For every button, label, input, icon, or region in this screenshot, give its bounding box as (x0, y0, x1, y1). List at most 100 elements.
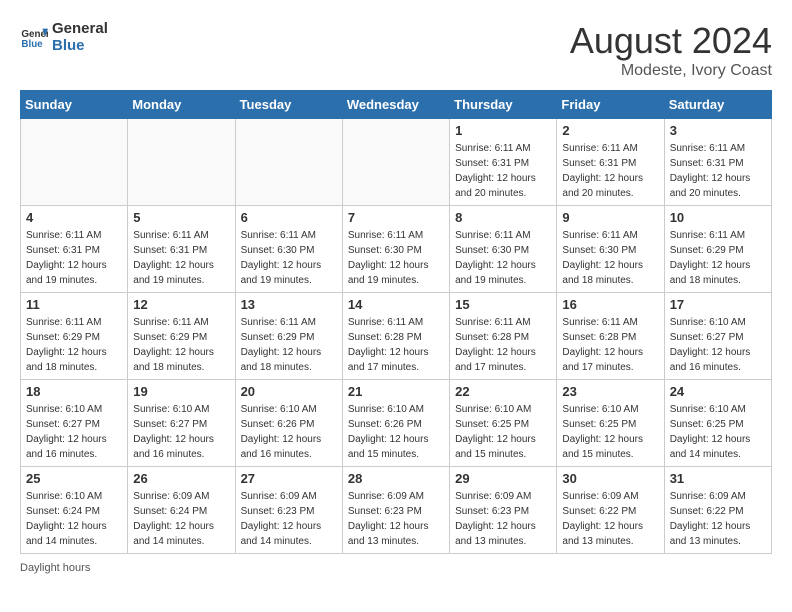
day-info: Sunrise: 6:11 AM Sunset: 6:29 PM Dayligh… (26, 315, 122, 375)
day-number: 31 (670, 471, 766, 486)
month-year: August 2024 (570, 20, 772, 62)
day-number: 29 (455, 471, 551, 486)
day-info: Sunrise: 6:11 AM Sunset: 6:29 PM Dayligh… (241, 315, 337, 375)
calendar-cell: 5Sunrise: 6:11 AM Sunset: 6:31 PM Daylig… (128, 206, 235, 293)
calendar-cell: 4Sunrise: 6:11 AM Sunset: 6:31 PM Daylig… (21, 206, 128, 293)
calendar-cell: 14 Sunrise: 6:11 AM Sunset: 6:28 PM Dayli… (342, 293, 449, 380)
day-info: Sunrise: 6:09 AM Sunset: 6:24 PM Dayligh… (133, 489, 229, 549)
day-number: 24 (670, 384, 766, 399)
calendar-cell: 15 Sunrise: 6:11 AM Sunset: 6:28 PM Dayli… (450, 293, 557, 380)
day-number: 2 (562, 123, 658, 138)
day-info: Sunrise: 6:11 AM Sunset: 6:28 PM Dayligh… (348, 315, 444, 375)
day-header-friday: Friday (557, 91, 664, 119)
calendar-cell: 9 Sunrise: 6:11 AM Sunset: 6:30 PM Daylig… (557, 206, 664, 293)
calendar-cell: 1 Sunrise: 6:11 AM Sunset: 6:31 PM Daylig… (450, 119, 557, 206)
day-number: 30 (562, 471, 658, 486)
day-info: Sunrise: 6:10 AM Sunset: 6:25 PM Dayligh… (455, 402, 551, 462)
calendar-table: SundayMondayTuesdayWednesdayThursdayFrid… (20, 90, 772, 554)
week-row-3: 11 Sunrise: 6:11 AM Sunset: 6:29 PM Dayli… (21, 293, 772, 380)
day-info: Sunrise: 6:11 AM Sunset: 6:28 PM Dayligh… (562, 315, 658, 375)
calendar-cell: 2 Sunrise: 6:11 AM Sunset: 6:31 PM Daylig… (557, 119, 664, 206)
calendar-cell: 10 Sunrise: 6:11 AM Sunset: 6:29 PM Dayli… (664, 206, 771, 293)
calendar-cell: 27Sunrise: 6:09 AM Sunset: 6:23 PM Dayli… (235, 467, 342, 554)
location: Modeste, Ivory Coast (570, 62, 772, 80)
calendar-cell: 26Sunrise: 6:09 AM Sunset: 6:24 PM Dayli… (128, 467, 235, 554)
calendar-cell: 29 Sunrise: 6:09 AM Sunset: 6:23 PM Dayli… (450, 467, 557, 554)
calendar-cell (235, 119, 342, 206)
day-info: Sunrise: 6:10 AM Sunset: 6:27 PM Dayligh… (26, 402, 122, 462)
day-header-wednesday: Wednesday (342, 91, 449, 119)
day-info: Sunrise: 6:11 AM Sunset: 6:29 PM Dayligh… (670, 228, 766, 288)
day-number: 7 (348, 210, 444, 225)
day-info: Sunrise: 6:11 AM Sunset: 6:31 PM Dayligh… (670, 141, 766, 201)
day-number: 10 (670, 210, 766, 225)
day-info: Sunrise: 6:10 AM Sunset: 6:27 PM Dayligh… (670, 315, 766, 375)
day-number: 13 (241, 297, 337, 312)
day-number: 3 (670, 123, 766, 138)
footer-note: Daylight hours (20, 562, 772, 574)
day-info: Sunrise: 6:10 AM Sunset: 6:27 PM Dayligh… (133, 402, 229, 462)
day-info: Sunrise: 6:10 AM Sunset: 6:25 PM Dayligh… (562, 402, 658, 462)
day-number: 4 (26, 210, 122, 225)
day-number: 11 (26, 297, 122, 312)
day-number: 22 (455, 384, 551, 399)
day-number: 18 (26, 384, 122, 399)
day-number: 17 (670, 297, 766, 312)
day-header-saturday: Saturday (664, 91, 771, 119)
logo-icon: General Blue (20, 23, 48, 51)
day-info: Sunrise: 6:11 AM Sunset: 6:30 PM Dayligh… (562, 228, 658, 288)
day-number: 25 (26, 471, 122, 486)
day-info: Sunrise: 6:09 AM Sunset: 6:23 PM Dayligh… (455, 489, 551, 549)
calendar-cell: 30Sunrise: 6:09 AM Sunset: 6:22 PM Dayli… (557, 467, 664, 554)
calendar-cell: 11 Sunrise: 6:11 AM Sunset: 6:29 PM Dayli… (21, 293, 128, 380)
day-info: Sunrise: 6:10 AM Sunset: 6:26 PM Dayligh… (348, 402, 444, 462)
day-number: 20 (241, 384, 337, 399)
day-info: Sunrise: 6:11 AM Sunset: 6:31 PM Dayligh… (562, 141, 658, 201)
day-info: Sunrise: 6:10 AM Sunset: 6:25 PM Dayligh… (670, 402, 766, 462)
day-number: 19 (133, 384, 229, 399)
day-info: Sunrise: 6:11 AM Sunset: 6:31 PM Dayligh… (455, 141, 551, 201)
day-info: Sunrise: 6:10 AM Sunset: 6:26 PM Dayligh… (241, 402, 337, 462)
day-info: Sunrise: 6:09 AM Sunset: 6:23 PM Dayligh… (348, 489, 444, 549)
day-header-sunday: Sunday (21, 91, 128, 119)
calendar-cell: 24 Sunrise: 6:10 AM Sunset: 6:25 PM Dayli… (664, 380, 771, 467)
calendar-cell (21, 119, 128, 206)
day-number: 8 (455, 210, 551, 225)
day-info: Sunrise: 6:11 AM Sunset: 6:30 PM Dayligh… (455, 228, 551, 288)
calendar-cell: 18 Sunrise: 6:10 AM Sunset: 6:27 PM Dayli… (21, 380, 128, 467)
day-number: 15 (455, 297, 551, 312)
week-row-5: 25 Sunrise: 6:10 AM Sunset: 6:24 PM Dayli… (21, 467, 772, 554)
day-number: 21 (348, 384, 444, 399)
day-info: Sunrise: 6:10 AM Sunset: 6:24 PM Dayligh… (26, 489, 122, 549)
week-row-4: 18 Sunrise: 6:10 AM Sunset: 6:27 PM Dayli… (21, 380, 772, 467)
calendar-cell: 31 Sunrise: 6:09 AM Sunset: 6:22 PM Dayli… (664, 467, 771, 554)
logo: General Blue General Blue (20, 20, 108, 54)
calendar-cell: 16Sunrise: 6:11 AM Sunset: 6:28 PM Dayli… (557, 293, 664, 380)
day-number: 1 (455, 123, 551, 138)
calendar-cell: 12Sunrise: 6:11 AM Sunset: 6:29 PM Dayli… (128, 293, 235, 380)
day-header-thursday: Thursday (450, 91, 557, 119)
day-number: 12 (133, 297, 229, 312)
day-number: 14 (348, 297, 444, 312)
calendar-cell: 23Sunrise: 6:10 AM Sunset: 6:25 PM Dayli… (557, 380, 664, 467)
day-info: Sunrise: 6:09 AM Sunset: 6:23 PM Dayligh… (241, 489, 337, 549)
title-block: August 2024 Modeste, Ivory Coast (570, 20, 772, 80)
calendar-cell: 20 Sunrise: 6:10 AM Sunset: 6:26 PM Dayli… (235, 380, 342, 467)
calendar-cell: 17 Sunrise: 6:10 AM Sunset: 6:27 PM Dayli… (664, 293, 771, 380)
calendar-cell: 7 Sunrise: 6:11 AM Sunset: 6:30 PM Daylig… (342, 206, 449, 293)
day-info: Sunrise: 6:09 AM Sunset: 6:22 PM Dayligh… (670, 489, 766, 549)
calendar-cell (342, 119, 449, 206)
week-row-2: 4Sunrise: 6:11 AM Sunset: 6:31 PM Daylig… (21, 206, 772, 293)
calendar-cell: 19 Sunrise: 6:10 AM Sunset: 6:27 PM Dayli… (128, 380, 235, 467)
calendar-cell: 28Sunrise: 6:09 AM Sunset: 6:23 PM Dayli… (342, 467, 449, 554)
page-header: General Blue General Blue August 2024 Mo… (20, 20, 772, 80)
calendar-cell: 25 Sunrise: 6:10 AM Sunset: 6:24 PM Dayli… (21, 467, 128, 554)
day-info: Sunrise: 6:11 AM Sunset: 6:28 PM Dayligh… (455, 315, 551, 375)
calendar-cell: 8 Sunrise: 6:11 AM Sunset: 6:30 PM Daylig… (450, 206, 557, 293)
calendar-cell: 22 Sunrise: 6:10 AM Sunset: 6:25 PM Dayli… (450, 380, 557, 467)
calendar-cell: 3 Sunrise: 6:11 AM Sunset: 6:31 PM Daylig… (664, 119, 771, 206)
day-info: Sunrise: 6:11 AM Sunset: 6:30 PM Dayligh… (348, 228, 444, 288)
header-row: SundayMondayTuesdayWednesdayThursdayFrid… (21, 91, 772, 119)
day-number: 9 (562, 210, 658, 225)
calendar-cell: 21 Sunrise: 6:10 AM Sunset: 6:26 PM Dayli… (342, 380, 449, 467)
